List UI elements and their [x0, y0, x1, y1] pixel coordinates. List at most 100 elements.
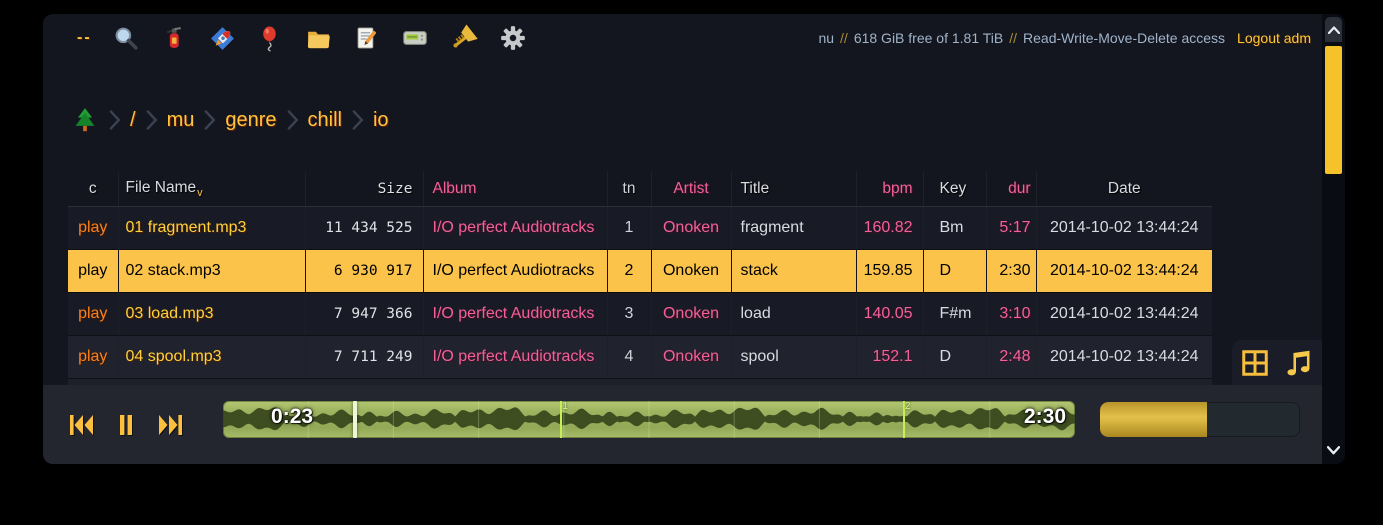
scroll-up-button[interactable] [1325, 17, 1342, 42]
audio-panel-button[interactable] [1282, 347, 1314, 379]
file-link[interactable]: 01 fragment.mp3 [126, 219, 247, 236]
col-header-label: c [89, 180, 97, 197]
cell-album: I/O perfect Audiotracks [433, 348, 595, 365]
file-link[interactable]: 02 stack.mp3 [126, 262, 221, 279]
cell-key: D [940, 348, 952, 365]
cell-album: I/O perfect Audiotracks [433, 262, 595, 279]
cell-tn: 2 [625, 262, 634, 279]
col-header-key[interactable]: Key [923, 172, 986, 207]
scroll-down-button[interactable] [1325, 440, 1342, 460]
table-row[interactable]: play01 fragment.mp311 434 525I/O perfect… [68, 207, 1212, 250]
status-bar: nu // 618 GiB free of 1.81 TiB // Read-W… [818, 14, 1311, 62]
volume-slider[interactable] [1100, 402, 1300, 437]
breadcrumb-item[interactable]: mu [167, 109, 195, 132]
col-header-play[interactable]: c [68, 172, 118, 207]
breadcrumb-item[interactable]: io [373, 109, 389, 132]
app-window: -- nu // 618 GiB free of 1.81 TiB // Rea… [43, 14, 1345, 464]
play-link[interactable]: play [78, 305, 107, 322]
breadcrumb-item[interactable]: / [130, 109, 136, 132]
cell-album: I/O perfect Audiotracks [433, 305, 595, 322]
rocket-button[interactable] [209, 25, 236, 52]
fire-extinguisher-button[interactable] [161, 25, 188, 52]
search-icon [113, 25, 140, 52]
seekbar[interactable]: 0:23 2:30 1 2 [223, 401, 1075, 438]
grid-view-icon [1240, 348, 1270, 378]
cue-marker-label: 1 [562, 401, 568, 412]
play-link[interactable]: play [78, 262, 107, 279]
table-row[interactable]: play02 stack.mp36 930 917I/O perfect Aud… [68, 250, 1212, 293]
status-separator: // [840, 30, 848, 46]
cell-dur: 3:10 [999, 305, 1030, 322]
col-header-date[interactable]: Date [1036, 172, 1212, 207]
next-icon [157, 414, 184, 436]
breadcrumb-chevron-icon [286, 109, 299, 131]
cell-title: load [741, 305, 771, 322]
tree-icon[interactable] [73, 107, 97, 133]
col-header-tn[interactable]: tn [607, 172, 651, 207]
col-header-label: File Name [126, 179, 197, 196]
status-user: nu [818, 30, 834, 46]
col-header-dur[interactable]: dur [986, 172, 1036, 207]
cell-bpm: 152.1 [872, 348, 912, 365]
balloon-icon [257, 25, 284, 52]
cell-dur: 2:48 [999, 348, 1030, 365]
col-header-album[interactable]: Album [423, 172, 607, 207]
cell-title: fragment [741, 219, 804, 236]
cell-key: Bm [940, 219, 964, 236]
previous-track-button[interactable] [68, 414, 95, 436]
scrollbar[interactable] [1322, 14, 1345, 464]
folder-icon [305, 25, 332, 52]
pause-button[interactable] [117, 414, 135, 436]
cell-date: 2014-10-02 13:44:24 [1050, 305, 1199, 322]
file-table-wrap: c File NamevSizeAlbumtn Artist Titlebpm Key d… [68, 172, 1212, 385]
cue-marker[interactable]: 1 [560, 401, 562, 438]
table-row[interactable]: play 04 spool.mp3 7 711 249 I/O perfect Aud… [68, 336, 1212, 379]
fire-extinguisher-icon [161, 25, 188, 52]
settings-button[interactable] [499, 24, 527, 52]
folder-button[interactable] [305, 25, 332, 52]
col-header-name[interactable]: File Namev [118, 172, 305, 207]
file-link[interactable]: 04 spool.mp3 [126, 348, 222, 365]
col-header-bpm[interactable]: bpm [856, 172, 923, 207]
breadcrumb-item[interactable]: genre [225, 109, 276, 132]
elapsed-time: 0:23 [271, 405, 313, 429]
play-link[interactable]: play [78, 219, 107, 236]
playhead-cursor[interactable] [353, 401, 357, 438]
cell-artist: Onoken [663, 305, 719, 322]
screen: -- nu // 618 GiB free of 1.81 TiB // Rea… [0, 0, 1383, 525]
pager-button[interactable] [401, 24, 429, 52]
cell-bpm: 159.85 [864, 262, 913, 279]
next-track-button[interactable] [157, 414, 184, 436]
search-button[interactable] [113, 25, 140, 52]
rocket-icon [209, 25, 236, 52]
total-time: 2:30 [1024, 405, 1066, 429]
table-header-row: c File NamevSizeAlbumtn Artist Titlebpm Key d… [68, 172, 1212, 207]
play-link[interactable]: play [78, 348, 107, 365]
waveform-graphic [223, 401, 1075, 438]
col-header-label: tn [623, 180, 636, 197]
table-row[interactable]: play03 load.mp37 947 366I/O perfect Audi… [68, 293, 1212, 336]
file-link[interactable]: 03 load.mp3 [126, 305, 214, 322]
cell-size: 7 711 249 [334, 349, 413, 365]
memo-button[interactable] [353, 25, 380, 52]
cell-date: 2014-10-02 13:44:24 [1050, 262, 1199, 279]
col-header-artist[interactable]: Artist [651, 172, 731, 207]
status-separator: // [1009, 30, 1017, 46]
balloon-button[interactable] [257, 25, 284, 52]
trumpet-button[interactable] [450, 24, 478, 52]
scrollbar-thumb[interactable] [1325, 46, 1342, 174]
view-toggle-panel [1232, 340, 1322, 385]
cell-key: F#m [940, 305, 972, 322]
cell-dur: 2:30 [999, 262, 1030, 279]
cue-marker[interactable]: 2 [903, 401, 905, 438]
col-header-size[interactable]: Size [305, 172, 423, 207]
col-header-label: Artist [673, 180, 708, 197]
toolbar: -- nu // 618 GiB free of 1.81 TiB // Rea… [43, 14, 1345, 62]
col-header-label: Key [940, 180, 967, 197]
breadcrumb-item[interactable]: chill [308, 109, 342, 132]
toolbar-collapse-button[interactable]: -- [77, 29, 92, 47]
grid-view-button[interactable] [1240, 348, 1270, 378]
pager-icon [401, 24, 429, 52]
col-header-title[interactable]: Title [731, 172, 856, 207]
logout-link[interactable]: Logout adm [1237, 30, 1311, 46]
